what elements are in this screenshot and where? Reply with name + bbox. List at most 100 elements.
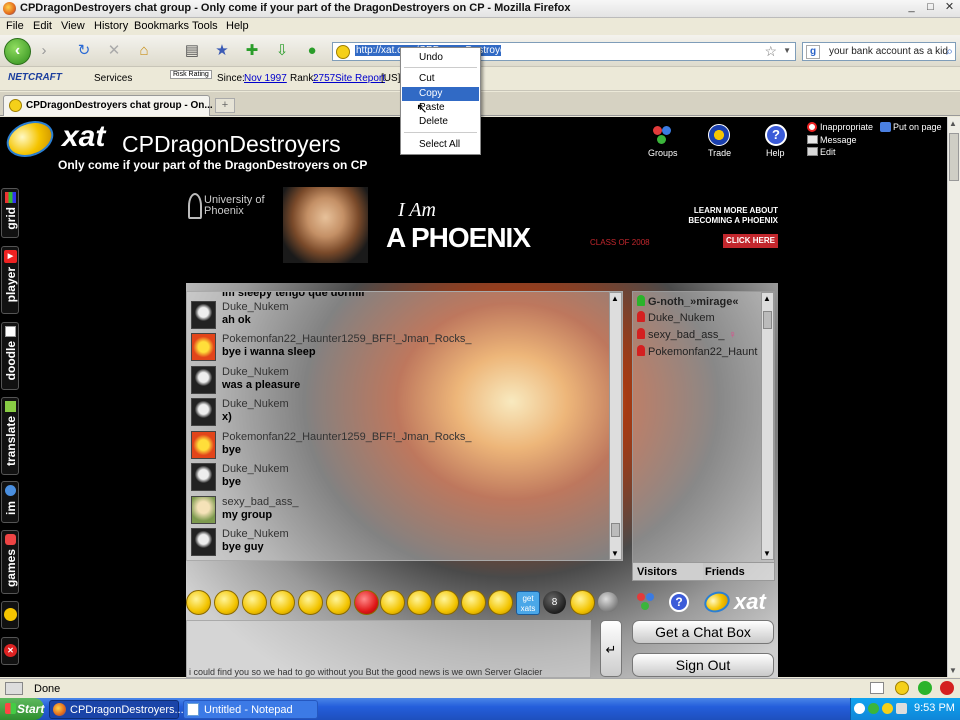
user-item[interactable]: G-noth_»mirage« [637,295,738,308]
search-bar[interactable]: g your bank account as a kid ⌕ [802,42,956,61]
close-button[interactable]: ✕ [941,1,958,16]
games-tab[interactable]: games [1,530,19,594]
im-tab[interactable]: im [1,481,19,523]
tray-icon[interactable] [854,703,865,714]
addon-status-icon[interactable] [918,681,932,695]
tab-chat-group[interactable]: CPDragonDestroyers chat group - On... [3,95,213,116]
message-icon[interactable] [807,135,818,144]
scroll-up-icon[interactable]: ▲ [949,119,957,128]
scroll-thumb[interactable] [763,311,772,329]
scroll-down-icon[interactable]: ▼ [949,666,957,675]
avatar-skull[interactable] [191,366,216,394]
menu-history[interactable]: History [94,20,128,32]
close-app-tab[interactable]: ✕ [1,637,19,665]
smiley-sad-icon[interactable] [434,590,459,615]
new-tab-icon[interactable]: ✚ [242,41,262,61]
star-bookmark-icon[interactable]: ☆ [764,43,777,60]
visitors-tab[interactable]: Visitors [633,562,703,580]
get-chat-box-button[interactable]: Get a Chat Box [632,620,774,644]
addon-icon[interactable]: ● [302,41,322,61]
scroll-thumb[interactable] [949,133,959,181]
services-menu[interactable]: Services [94,73,132,84]
edit-link[interactable]: Edit [820,147,836,157]
eight-ball-icon[interactable]: 8 [543,591,566,614]
smiley-happy-icon[interactable] [488,590,513,615]
user-item[interactable]: sexy_bad_ass_ ♀ [637,328,737,341]
more-smileys-icon[interactable] [598,592,618,612]
avatar-skull[interactable] [191,398,216,426]
risk-rating[interactable]: Risk Rating [170,70,212,79]
netcraft-logo[interactable]: NETCRAFT [8,72,62,83]
minimize-button[interactable]: _ [903,1,920,16]
menu-file[interactable]: File [6,20,24,32]
scroll-thumb[interactable] [611,523,620,537]
put-on-page-icon[interactable] [880,122,891,132]
search-icon[interactable]: ⌕ [946,44,953,59]
avatar-skull[interactable] [191,528,216,556]
bookmark-icon[interactable]: ★ [212,41,232,61]
context-undo[interactable]: Undo [402,51,479,65]
doodle-tab[interactable]: doodle [1,322,19,390]
scroll-up-icon[interactable]: ▲ [763,294,771,303]
block-icon[interactable] [940,681,954,695]
friends-tab[interactable]: Friends [703,562,774,580]
smiley-cry-icon[interactable] [461,590,486,615]
taskbar-item-notepad[interactable]: Untitled - Notepad [183,700,318,719]
smiley-grin-icon[interactable] [214,590,239,615]
user-item[interactable]: Pokemonfan22_Haunt [637,345,763,358]
menu-bookmarks[interactable]: Bookmarks [134,20,189,32]
greasemonkey-icon[interactable] [895,681,909,695]
scroll-up-icon[interactable]: ▲ [611,294,619,303]
tray-icon[interactable] [868,703,879,714]
user-list-scrollbar[interactable]: ▲ ▼ [761,292,774,560]
player-tab[interactable]: ▶ player [1,246,19,314]
help-icon[interactable]: ? [765,124,787,146]
tray-icon[interactable] [882,703,893,714]
smiley-cool-icon[interactable] [326,590,351,615]
groups-small-icon[interactable] [636,592,656,612]
scroll-down-icon[interactable]: ▼ [611,549,619,558]
help-small-icon[interactable]: ? [669,592,689,612]
rank-value[interactable]: 2757 [313,73,335,84]
scroll-down-icon[interactable]: ▼ [763,549,771,558]
new-tab-button[interactable]: + [215,98,235,113]
smiley-confused-icon[interactable] [380,590,405,615]
taskbar-item-firefox[interactable]: CPDragonDestroyers... [49,700,184,719]
chat-input-box[interactable]: i could find you so we had to go without… [186,620,591,678]
user-item[interactable]: Duke_Nukem [637,311,715,324]
avatar-pokemon[interactable] [191,431,216,459]
smiley-tongue-icon[interactable] [298,590,323,615]
maximize-button[interactable]: □ [922,1,939,16]
smiley-mad-icon[interactable] [354,590,379,615]
trade-icon[interactable] [708,124,730,146]
context-delete[interactable]: Delete [402,115,479,129]
url-dropdown-icon[interactable]: ▼ [783,46,791,55]
context-paste[interactable]: Paste [402,101,479,115]
site-report-link[interactable]: Site Report [335,73,385,84]
download-icon[interactable]: ⇩ [272,41,292,61]
groups-icon[interactable] [651,124,673,146]
chat-input-text[interactable]: i could find you so we had to go without… [189,667,589,677]
avatar-girl[interactable] [191,496,216,524]
trade-label[interactable]: Trade [708,148,731,158]
window-title-bar[interactable]: CPDragonDestroyers chat group - Only com… [0,0,960,18]
translate-tab[interactable]: translate [1,397,19,475]
user-list-panel[interactable]: G-noth_»mirage« Duke_Nukem sexy_bad_ass_… [632,291,775,581]
message-panel[interactable]: Im sleepy tengo que dormir Duke_Nukem ah… [186,291,623,561]
inappropriate-icon[interactable] [807,122,817,132]
google-icon[interactable]: g [806,45,820,59]
smiley-surprised-icon[interactable] [270,590,295,615]
search-text[interactable]: your bank account as a kid [829,46,948,57]
smiley-wink-icon[interactable] [242,590,267,615]
ad-click-here-button[interactable]: CLICK HERE [723,234,778,248]
menu-tools[interactable]: Tools [192,20,218,32]
menu-view[interactable]: View [61,20,85,32]
ad-banner[interactable]: University of Phoenix I Am A PHOENIX CLA… [186,187,778,263]
avatar-skull[interactable] [191,463,216,491]
smiley-shocked-icon[interactable] [407,590,432,615]
context-select-all[interactable]: Select All [402,138,479,152]
stop-icon[interactable]: ✕ [104,41,124,61]
sign-out-button[interactable]: Sign Out [632,653,774,677]
reload-icon[interactable]: ↻ [74,41,94,61]
help-label[interactable]: Help [766,148,785,158]
